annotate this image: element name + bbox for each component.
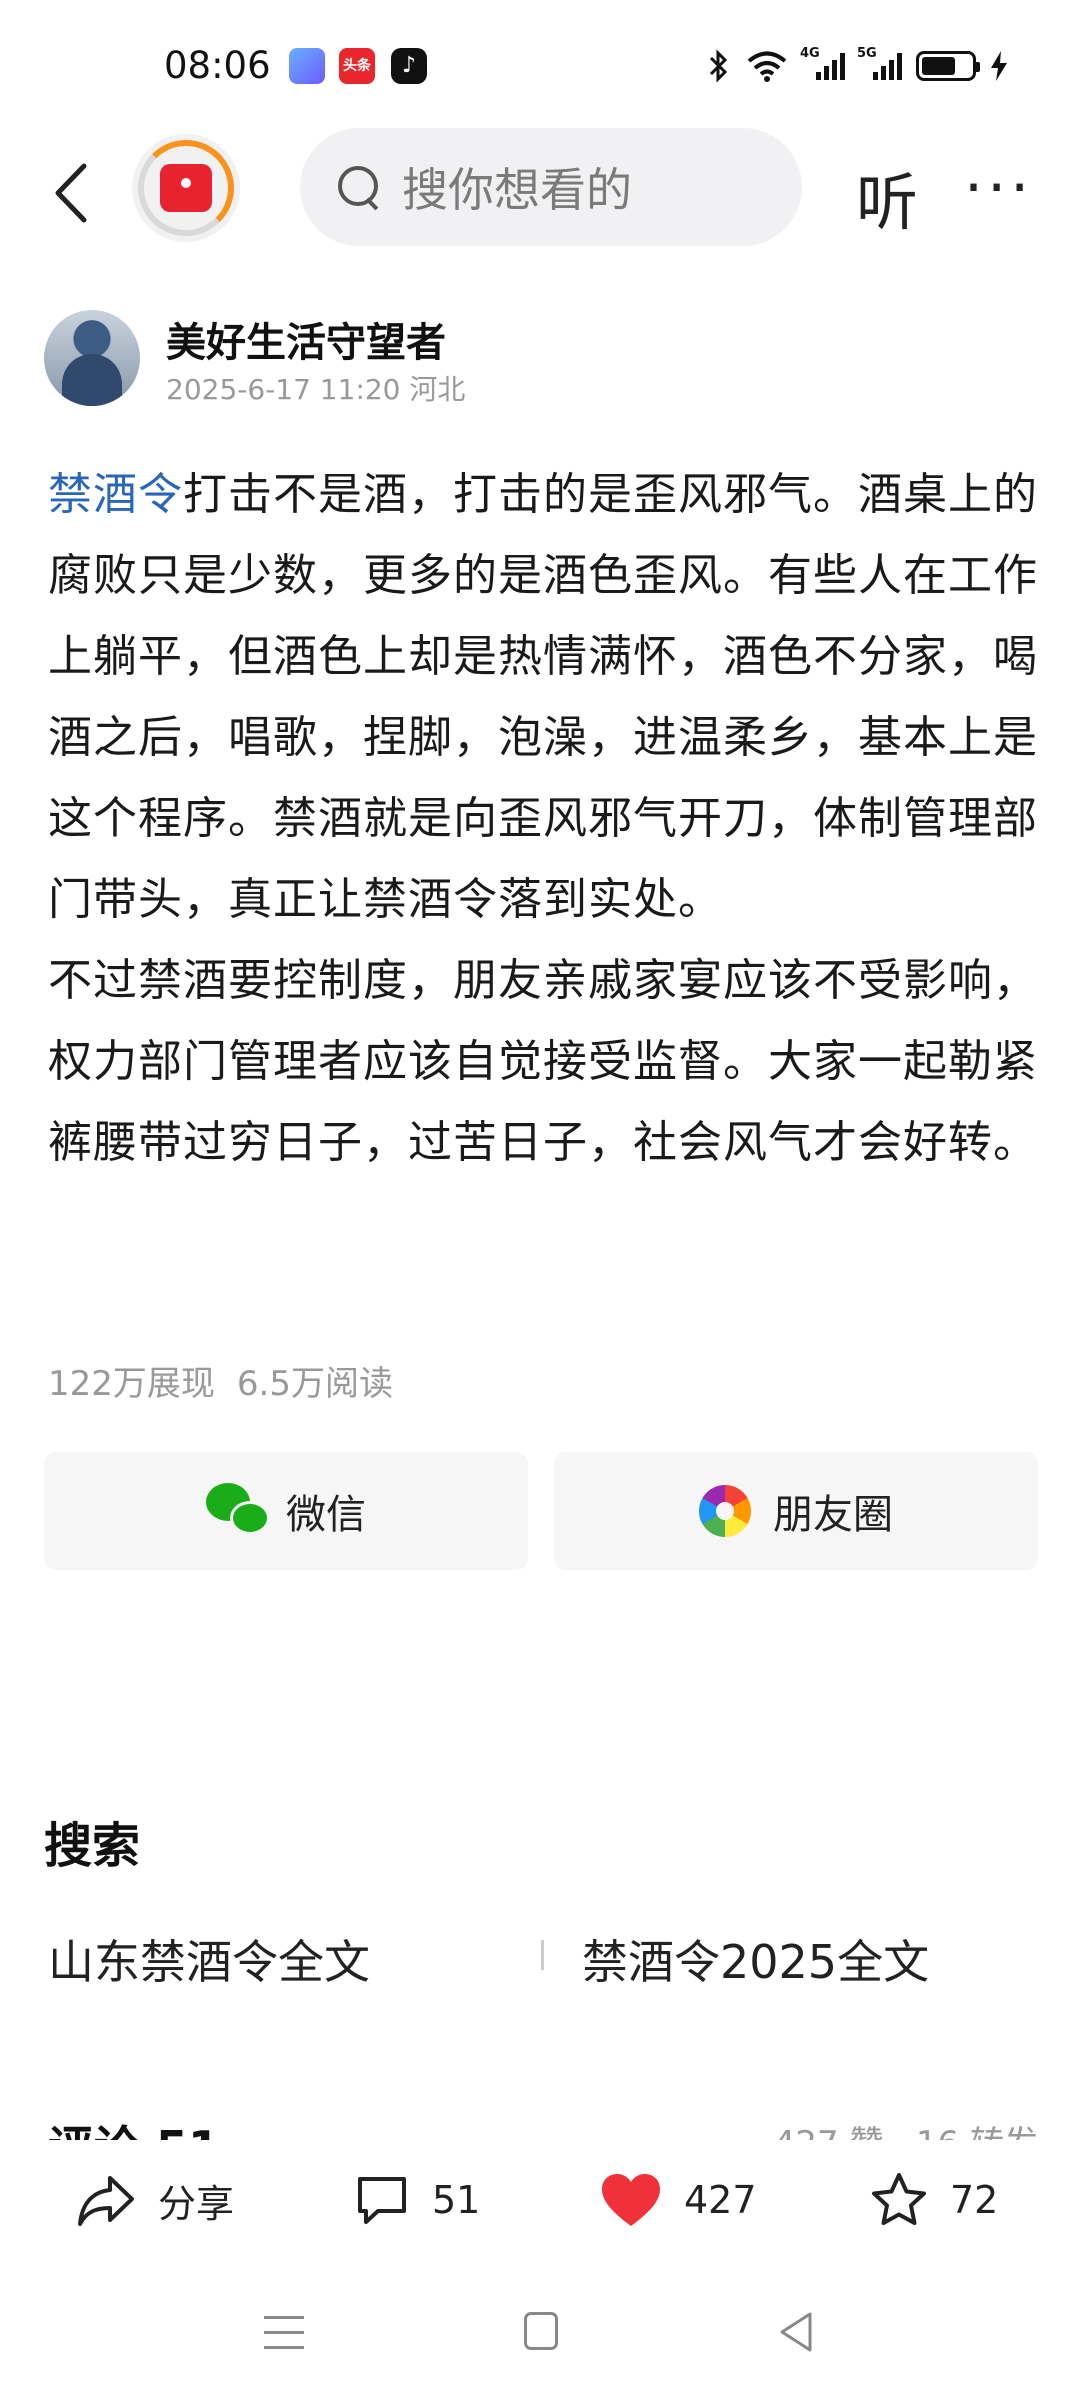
comment-icon xyxy=(358,2177,406,2224)
signal-5g-icon: 5G xyxy=(857,46,902,80)
battery-icon xyxy=(916,51,980,81)
search-placeholder: 搜你想看的 xyxy=(402,163,632,217)
status-bar: 08:06 头条 ♪ 4G 5G xyxy=(0,0,1080,130)
topic-tag-link[interactable]: 禁酒令 xyxy=(48,469,183,520)
paragraph-1-text: 打击不是酒，打击的是歪风邪气。酒桌上的腐败只是少数，更多的是酒色歪风。有些人在工… xyxy=(48,469,1038,925)
comments-summary: 427 赞 · 16 转发 xyxy=(774,2116,1038,2142)
share-wechat-button[interactable]: 微信 xyxy=(44,1452,528,1570)
post-meta: 2025-6-17 11:20 河北 xyxy=(166,373,466,406)
article-body: 禁酒令打击不是酒，打击的是歪风邪气。酒桌上的腐败只是少数，更多的是酒色歪风。有些… xyxy=(48,454,1038,1183)
author-header: 美好生活守望者 2025-6-17 11:20 河北 xyxy=(44,310,1034,410)
share-icon xyxy=(78,2176,134,2226)
avatar[interactable] xyxy=(44,310,140,406)
top-bar: 搜你想看的 听 ··· xyxy=(0,128,1080,258)
share-label: 分享 xyxy=(158,2181,235,2226)
more-options-icon[interactable]: ··· xyxy=(964,158,1033,218)
qq-browser-icon xyxy=(289,48,325,84)
system-navigation-bar xyxy=(0,2260,1080,2400)
comments-title: 评论 51 xyxy=(48,2112,220,2142)
share-button[interactable]: 分享 xyxy=(76,2170,234,2230)
search-section-title: 搜索 xyxy=(44,1818,141,1874)
article-paragraph-2: 不过禁酒要控制度，朋友亲戚家宴应该不受影响，权力部门管理者应该自觉接受监督。大家… xyxy=(48,955,1038,1168)
post-stats: 122万展现 6.5万阅读 xyxy=(48,1356,393,1405)
share-moments-button[interactable]: 朋友圈 xyxy=(554,1452,1038,1570)
search-suggestion[interactable]: 山东禁酒令全文 xyxy=(48,1926,370,1992)
red-packet-logo-icon[interactable] xyxy=(132,134,240,242)
tiktok-icon: ♪ xyxy=(391,48,427,84)
favorite-count: 72 xyxy=(950,2178,999,2222)
article-paragraph-1: 禁酒令打击不是酒，打击的是歪风邪气。酒桌上的腐败只是少数，更多的是酒色歪风。有些… xyxy=(48,454,1038,940)
share-wechat-label: 微信 xyxy=(286,1492,366,1538)
bottom-action-bar: 分享 51 427 72 xyxy=(0,2140,1080,2260)
share-moments-label: 朋友圈 xyxy=(773,1492,893,1538)
charging-icon xyxy=(991,51,1007,81)
signal-4g-tag: 4G xyxy=(800,46,820,61)
star-icon xyxy=(872,2173,926,2225)
comment-count: 51 xyxy=(432,2178,481,2222)
impressions-count: 122万展现 xyxy=(48,1364,215,1404)
toutiao-icon: 头条 xyxy=(339,48,375,84)
favorite-button[interactable]: 72 xyxy=(870,2170,998,2230)
back-arrow-icon[interactable] xyxy=(44,158,104,228)
recent-apps-icon[interactable] xyxy=(264,2316,304,2350)
like-button[interactable]: 427 xyxy=(600,2170,757,2230)
wifi-icon xyxy=(747,51,787,82)
reads-count: 6.5万阅读 xyxy=(236,1364,393,1404)
back-triangle-icon[interactable] xyxy=(776,2310,816,2354)
signal-4g-icon: 4G xyxy=(800,46,845,80)
author-name[interactable]: 美好生活守望者 xyxy=(166,310,446,368)
like-count: 427 xyxy=(684,2178,757,2222)
status-icons: 4G 5G xyxy=(706,46,1008,86)
search-bar[interactable]: 搜你想看的 xyxy=(300,128,802,246)
status-time: 08:06 xyxy=(164,44,271,87)
comment-button[interactable]: 51 xyxy=(354,2170,480,2230)
wechat-icon xyxy=(206,1483,272,1539)
search-icon xyxy=(336,164,382,210)
moments-icon xyxy=(699,1485,751,1537)
signal-5g-tag: 5G xyxy=(857,46,877,61)
suggestion-divider xyxy=(541,1940,544,1970)
search-suggestion[interactable]: 禁酒令2025全文 xyxy=(582,1926,929,1992)
comments-header-peek: 评论 51 427 赞 · 16 转发 xyxy=(48,2112,1038,2142)
listen-button[interactable]: 听 xyxy=(856,152,918,242)
heart-icon xyxy=(602,2174,660,2226)
home-icon[interactable] xyxy=(524,2312,558,2350)
bluetooth-icon xyxy=(709,49,728,83)
